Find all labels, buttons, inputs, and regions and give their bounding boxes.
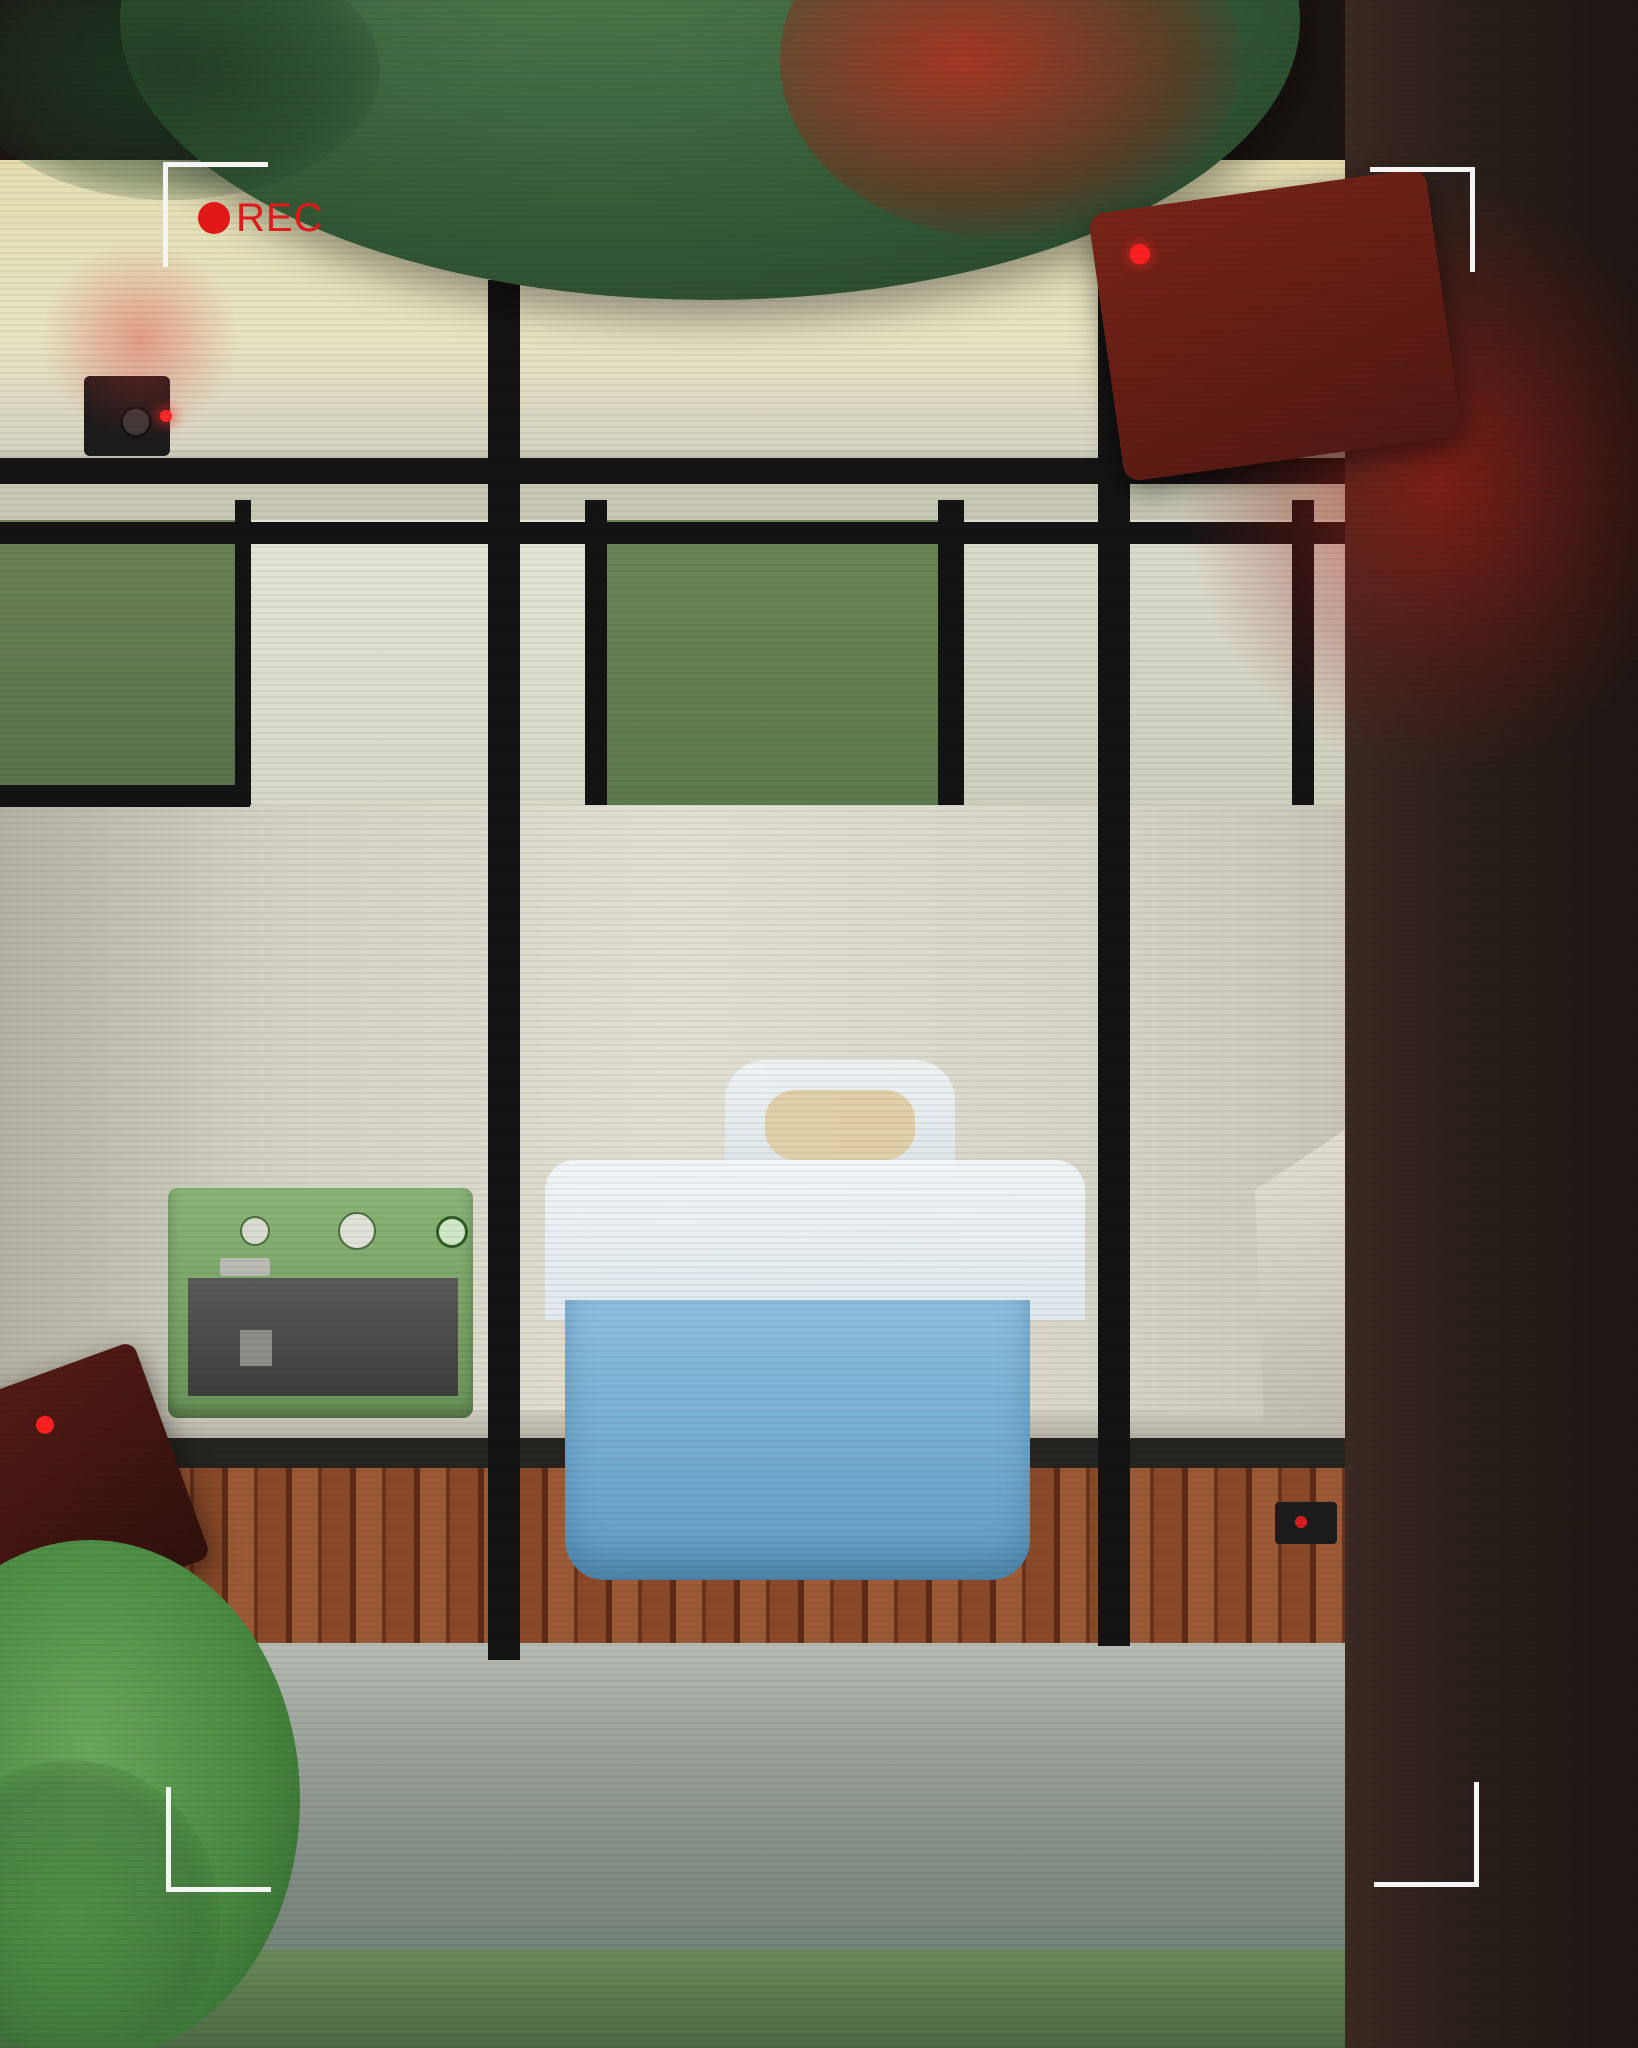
water-jug-body [565, 1300, 1030, 1580]
red-glow-left [40, 240, 240, 440]
upper-cabinet-middle-left [245, 520, 585, 805]
grate-horizontal-upper [0, 522, 1345, 544]
camera-led-right [1295, 1516, 1307, 1528]
rec-label: REC [236, 196, 324, 240]
espresso-group-head [220, 1258, 270, 1276]
upper-cabinet-center [592, 520, 947, 805]
record-dot-icon [198, 202, 230, 234]
water-jug-handle-hole [765, 1090, 915, 1160]
security-camera-feed: REC [0, 0, 1638, 2048]
shelf-divider-3 [938, 500, 964, 805]
viewfinder-corner-top-right [1370, 167, 1475, 272]
espresso-dial-right [436, 1216, 468, 1248]
espresso-dial-center [338, 1212, 376, 1250]
espresso-cup [240, 1330, 272, 1366]
espresso-drip-area [188, 1278, 458, 1396]
grate-vertical-right [1098, 280, 1130, 1646]
rec-indicator: REC [198, 196, 323, 240]
upper-cabinet-left [0, 520, 245, 805]
espresso-dial-left [240, 1216, 270, 1246]
viewfinder-corner-bottom-left [166, 1787, 271, 1892]
box-led-top [1128, 242, 1152, 266]
water-jug [545, 1060, 1085, 1580]
shelf-bottom-left [0, 785, 250, 807]
shelf-divider-1 [235, 500, 251, 805]
espresso-machine [168, 1188, 473, 1418]
box-led-left [33, 1413, 57, 1437]
water-jug-top [545, 1160, 1085, 1320]
small-camera-right [1275, 1502, 1337, 1544]
viewfinder-corner-bottom-right [1374, 1782, 1479, 1887]
grate-vertical-left [488, 280, 520, 1660]
shelf-divider-2 [585, 500, 607, 805]
